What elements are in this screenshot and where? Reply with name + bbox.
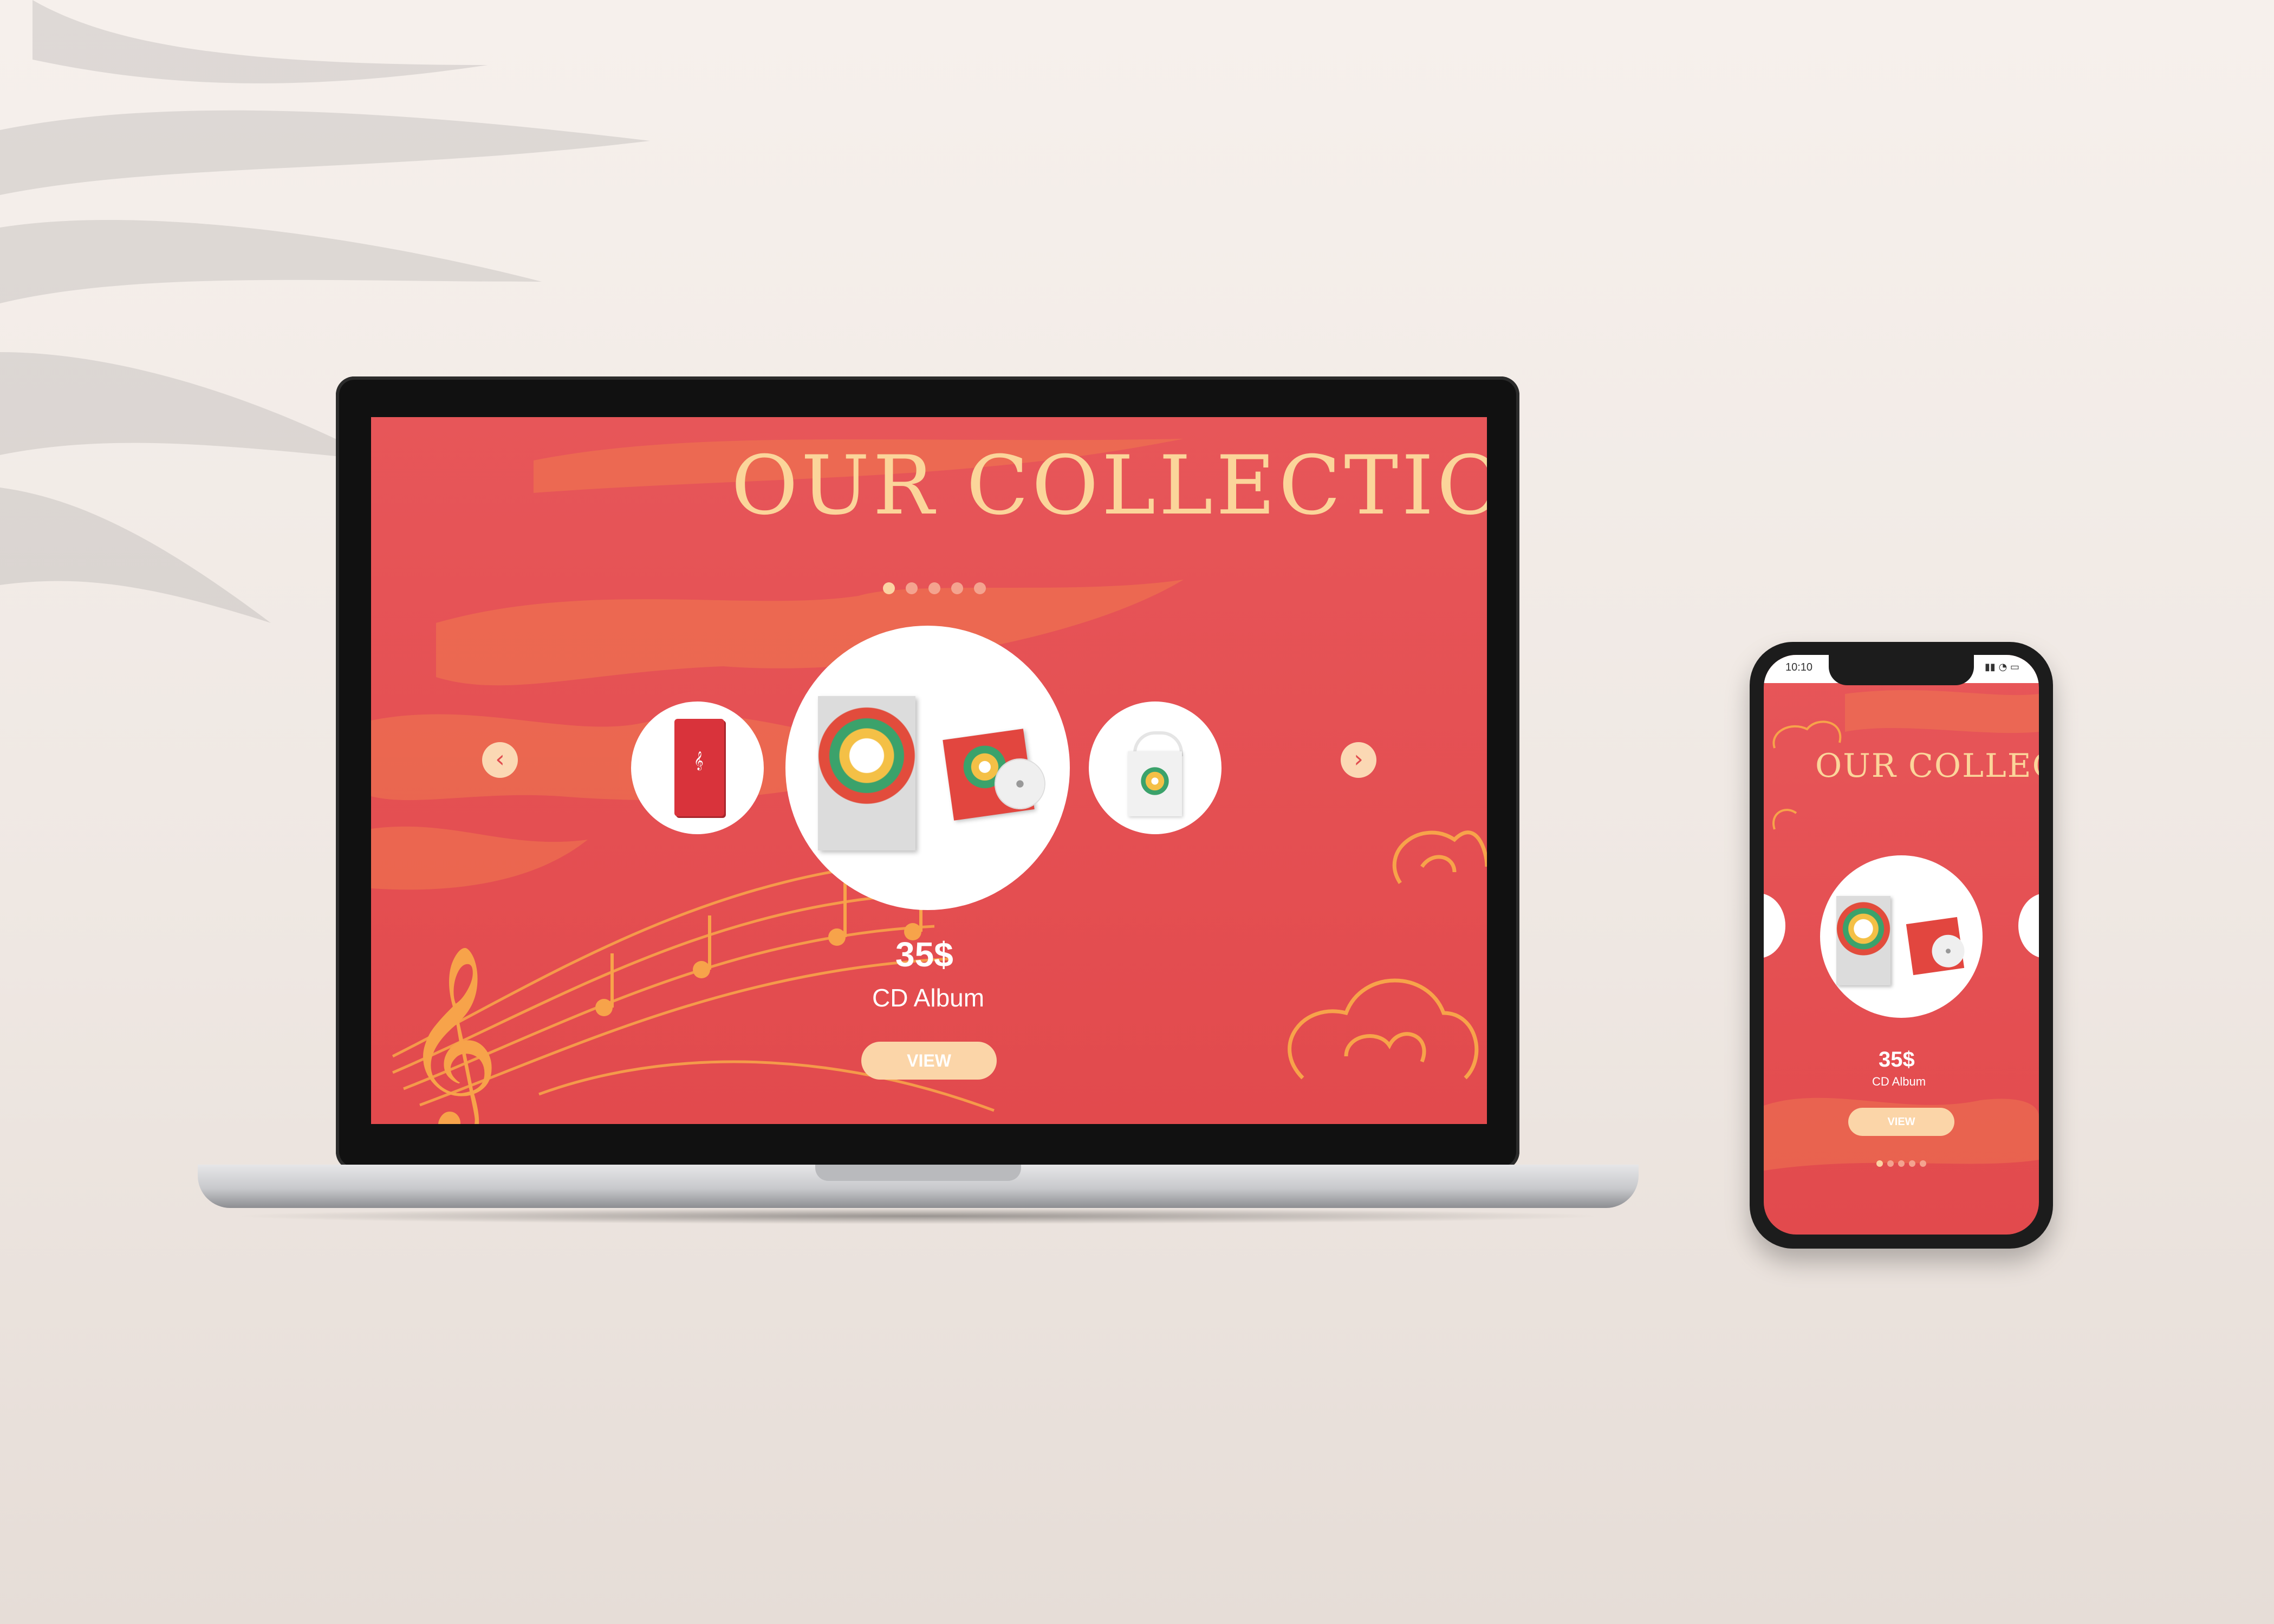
mobile-album-book-image <box>1836 896 1890 985</box>
view-button[interactable]: VIEW <box>861 1042 997 1080</box>
product-cd-album-featured[interactable] <box>785 626 1070 910</box>
product-notebook[interactable]: 𝄞 <box>631 701 764 834</box>
product-price: 35$ <box>895 935 953 974</box>
mobile-screen: 10:10 ▮▮ ◔ ▭ OUR COLLECTION 35$ <box>1764 655 2039 1235</box>
pagination-dot[interactable] <box>1887 1160 1894 1167</box>
desktop-screen: 𝄞 OUR COLLECTION ‹ › <box>371 417 1487 1124</box>
signal-wifi-battery-icon: ▮▮ ◔ ▭ <box>1985 661 2019 673</box>
notebook-logo-icon: 𝄞 <box>694 751 704 770</box>
tote-bag-image <box>1128 751 1182 816</box>
product-tote-bag[interactable] <box>1089 701 1222 834</box>
laptop-trackpad-notch <box>815 1165 1021 1181</box>
mobile-view-button[interactable]: VIEW <box>1848 1108 1954 1136</box>
mobile-product-price: 35$ <box>1879 1048 1915 1071</box>
mobile-product-name: CD Album <box>1872 1075 1926 1088</box>
laptop-shadow <box>230 1208 1606 1224</box>
pagination-dot[interactable] <box>883 582 895 594</box>
phone-notch <box>1829 655 1974 685</box>
carousel-pagination <box>883 582 986 594</box>
pagination-dot[interactable] <box>951 582 963 594</box>
cd-sleeve-image <box>943 729 1048 821</box>
page-title: OUR COLLECTION <box>731 439 1487 533</box>
mobile-page-title: OUR COLLECTION <box>1815 747 2039 785</box>
svg-text:𝄞: 𝄞 <box>404 944 499 1124</box>
phone-mockup: 10:10 ▮▮ ◔ ▭ OUR COLLECTION 35$ <box>1750 642 2053 1249</box>
status-time: 10:10 <box>1785 661 1813 673</box>
carousel-prev-button[interactable]: ‹ <box>482 742 518 778</box>
pagination-dot[interactable] <box>1876 1160 1883 1167</box>
pagination-dot[interactable] <box>974 582 986 594</box>
album-book-image <box>818 696 915 850</box>
product-name: CD Album <box>872 984 985 1012</box>
mobile-carousel-pagination <box>1876 1160 1926 1167</box>
mobile-cd-image <box>1906 917 1967 976</box>
pagination-dot[interactable] <box>906 582 918 594</box>
pagination-dot[interactable] <box>1920 1160 1926 1167</box>
pagination-dot[interactable] <box>928 582 940 594</box>
pagination-dot[interactable] <box>1909 1160 1915 1167</box>
laptop-mockup: 𝄞 OUR COLLECTION ‹ › <box>198 376 1639 1243</box>
carousel-next-button[interactable]: › <box>1341 742 1376 778</box>
mobile-product-cd-album[interactable] <box>1820 855 1983 1018</box>
pagination-dot[interactable] <box>1898 1160 1905 1167</box>
notebook-image: 𝄞 <box>674 719 724 816</box>
